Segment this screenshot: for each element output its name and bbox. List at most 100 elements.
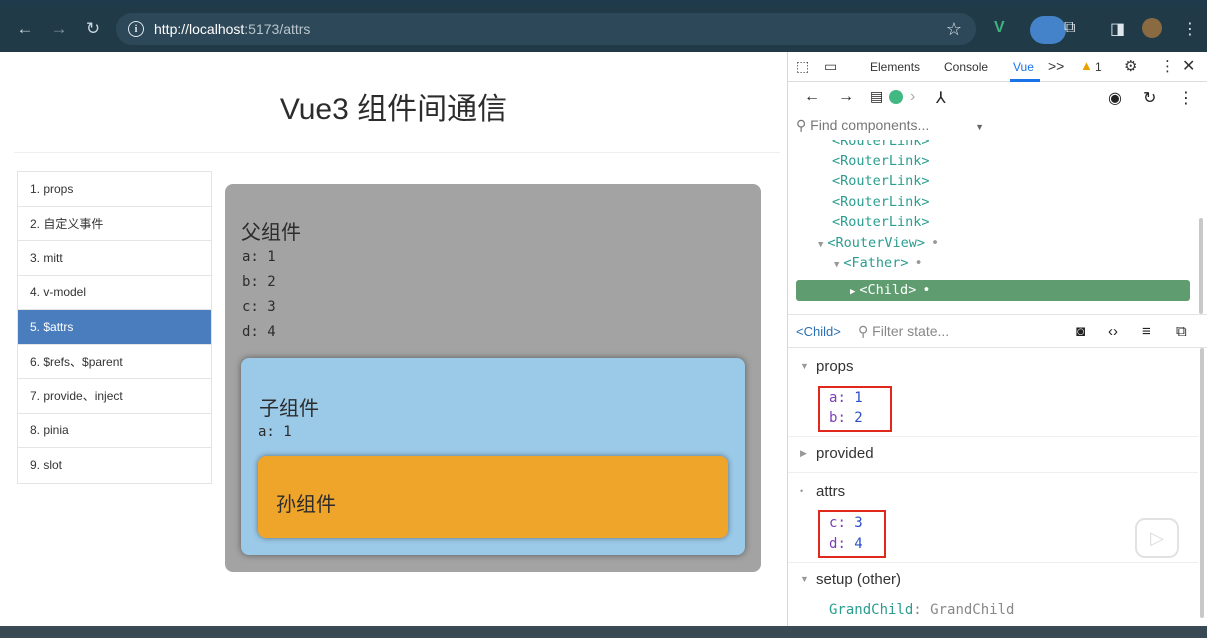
site-info-icon[interactable]: i xyxy=(128,21,144,37)
title-divider xyxy=(14,152,780,153)
browser-toolbar: ← → ↻ i http://localhost:5173/attrs ☆ V … xyxy=(0,6,1207,52)
father-value-d: d: 4 xyxy=(242,324,276,340)
reload-icon[interactable]: ↻ xyxy=(78,14,108,44)
more-tabs-icon[interactable]: >> xyxy=(1048,58,1064,74)
filter-state-placeholder: Filter state... xyxy=(872,322,950,339)
tab-console[interactable]: Console xyxy=(944,60,988,74)
tree-node-routerview[interactable]: ▼ <RouterView> • xyxy=(818,233,939,253)
extensions-puzzle-icon[interactable]: ⧉ xyxy=(1064,19,1075,37)
nav-item-props[interactable]: 1. props xyxy=(18,172,211,207)
chevron-right-icon: › xyxy=(910,88,916,105)
warning-icon[interactable]: ▲ xyxy=(1080,58,1093,73)
vue-app-icon[interactable] xyxy=(889,90,903,104)
tree-node[interactable]: <RouterLink> xyxy=(832,212,930,232)
section-props[interactable]: ▼ props xyxy=(788,349,1198,383)
child-title: 子组件 xyxy=(259,398,319,420)
play-overlay-icon[interactable]: ▷ xyxy=(1135,518,1179,558)
grandchild-component: 孙组件 xyxy=(258,456,728,538)
eye-icon[interactable]: ◙ xyxy=(1076,323,1085,340)
nav-item-v-model[interactable]: 4. v-model xyxy=(18,276,211,310)
tree-node-father[interactable]: ▼ <Father> • xyxy=(834,253,923,273)
prop-value[interactable]: 1 xyxy=(854,390,862,406)
forward-icon[interactable]: → xyxy=(44,14,74,44)
tree-node-child[interactable]: ▶ <Child> • xyxy=(850,280,930,300)
side-panel-icon[interactable]: ◨ xyxy=(1110,19,1125,39)
node-dot-icon: • xyxy=(922,282,931,298)
refresh-icon[interactable]: ↻ xyxy=(1143,88,1156,108)
back-icon[interactable]: ← xyxy=(804,88,820,106)
tree-node[interactable]: <RouterLink> xyxy=(832,140,930,151)
nav-item-custom-event[interactable]: 2. 自定义事件 xyxy=(18,207,211,241)
back-icon[interactable]: ← xyxy=(10,14,40,44)
search-icon: ⚲ xyxy=(858,322,873,339)
find-components-input[interactable]: ⚲ Find components... ▼ xyxy=(796,117,984,134)
caret-down-icon[interactable]: ▼ xyxy=(818,240,823,250)
forward-icon[interactable]: → xyxy=(838,88,854,106)
tree-scrollbar[interactable] xyxy=(1199,218,1203,314)
devtools-menu-icon[interactable]: ⋮ xyxy=(1160,57,1175,75)
address-bar[interactable]: i http://localhost:5173/attrs ☆ xyxy=(116,13,976,45)
tree-node[interactable]: <RouterLink> xyxy=(832,192,930,212)
section-divider xyxy=(788,472,1198,473)
selected-component-name: <Child> xyxy=(796,323,841,339)
nav-item-refs-parent[interactable]: 6. $refs、$parent xyxy=(18,345,211,379)
vue-menu-icon[interactable]: ⋮ xyxy=(1178,88,1194,108)
caret-down-icon: ▼ xyxy=(800,361,809,371)
devtools-panel: ⬚ ▭ Elements Console Vue >> ▲ 1 ⚙ ⋮ ✕ ← … xyxy=(787,52,1207,626)
nav-item-pinia[interactable]: 8. pinia xyxy=(18,414,211,448)
code-icon[interactable]: ‹› xyxy=(1108,323,1118,340)
components-icon[interactable]: ▤ xyxy=(870,88,883,105)
search-icon: ⚲ xyxy=(796,117,807,133)
section-provided[interactable]: ▶ provided xyxy=(788,436,1198,470)
url-path: :5173/attrs xyxy=(244,21,311,37)
tab-vue[interactable]: Vue xyxy=(1013,60,1034,74)
settings-gear-icon[interactable]: ⚙ xyxy=(1124,57,1137,75)
nav-item-attrs[interactable]: 5. $attrs xyxy=(18,310,211,345)
bookmark-star-icon[interactable]: ☆ xyxy=(946,19,962,40)
caret-down-icon: • xyxy=(800,486,804,496)
scroll-to-icon[interactable]: ≡ xyxy=(1142,323,1151,340)
state-scrollbar[interactable] xyxy=(1200,348,1204,618)
caret-right-icon[interactable]: ▶ xyxy=(850,287,855,297)
profile-avatar[interactable] xyxy=(1142,18,1162,38)
section-attrs[interactable]: • attrs xyxy=(788,474,1198,508)
caret-right-icon: ▶ xyxy=(800,447,807,458)
nav-item-mitt[interactable]: 3. mitt xyxy=(18,241,211,276)
caret-down-icon[interactable]: ▼ xyxy=(834,260,839,270)
prop-value[interactable]: 2 xyxy=(854,410,862,426)
grandchild-title: 孙组件 xyxy=(276,494,336,516)
section-setup[interactable]: ▼ setup (other) xyxy=(788,562,1198,596)
close-icon[interactable]: ✕ xyxy=(1182,56,1195,76)
find-components-placeholder: Find components... xyxy=(810,117,930,133)
open-in-editor-icon[interactable]: ⧉ xyxy=(1176,323,1187,340)
section-provided-label: provided xyxy=(816,444,874,462)
filter-state-input[interactable]: ⚲ Filter state... xyxy=(858,323,949,340)
devtools-tabbar: ⬚ ▭ Elements Console Vue >> ▲ 1 ⚙ ⋮ ✕ xyxy=(788,52,1207,82)
inspect-element-icon[interactable]: ⬚ xyxy=(796,58,809,75)
tree-node-label: <Father> xyxy=(843,255,909,271)
extension-badge-icon[interactable] xyxy=(1030,16,1066,44)
tree-node[interactable]: <RouterLink> xyxy=(832,151,930,171)
select-component-icon[interactable]: ◉ xyxy=(1108,88,1122,108)
nav-item-slot[interactable]: 9. slot xyxy=(18,448,211,483)
tree-node[interactable]: <RouterLink> xyxy=(832,171,930,191)
nav-item-provide-inject[interactable]: 7. provide、inject xyxy=(18,379,211,414)
attr-value[interactable]: 3 xyxy=(854,515,862,531)
vue-devtools-extension-icon[interactable]: V xyxy=(994,19,1005,37)
tree-node-label: <RouterView> xyxy=(827,235,925,251)
node-dot-icon: • xyxy=(930,235,940,251)
node-dot-icon: • xyxy=(914,255,923,271)
tab-elements[interactable]: Elements xyxy=(870,60,920,74)
taskbar-strip xyxy=(0,626,1207,638)
prop-row-b: b: 2 xyxy=(829,410,863,426)
device-toggle-icon[interactable]: ▭ xyxy=(824,58,837,75)
dropdown-icon[interactable]: ▼ xyxy=(975,122,984,132)
setup-row: GrandChild: GrandChild xyxy=(829,602,1015,618)
browser-menu-icon[interactable]: ⋮ xyxy=(1182,19,1198,39)
father-title: 父组件 xyxy=(241,222,301,244)
timeline-icon[interactable]: ⅄ xyxy=(936,88,946,108)
section-props-label: props xyxy=(816,357,854,375)
setup-value[interactable]: GrandChild xyxy=(930,602,1014,618)
prop-row-a: a: 1 xyxy=(829,390,863,406)
attr-value[interactable]: 4 xyxy=(854,536,862,552)
